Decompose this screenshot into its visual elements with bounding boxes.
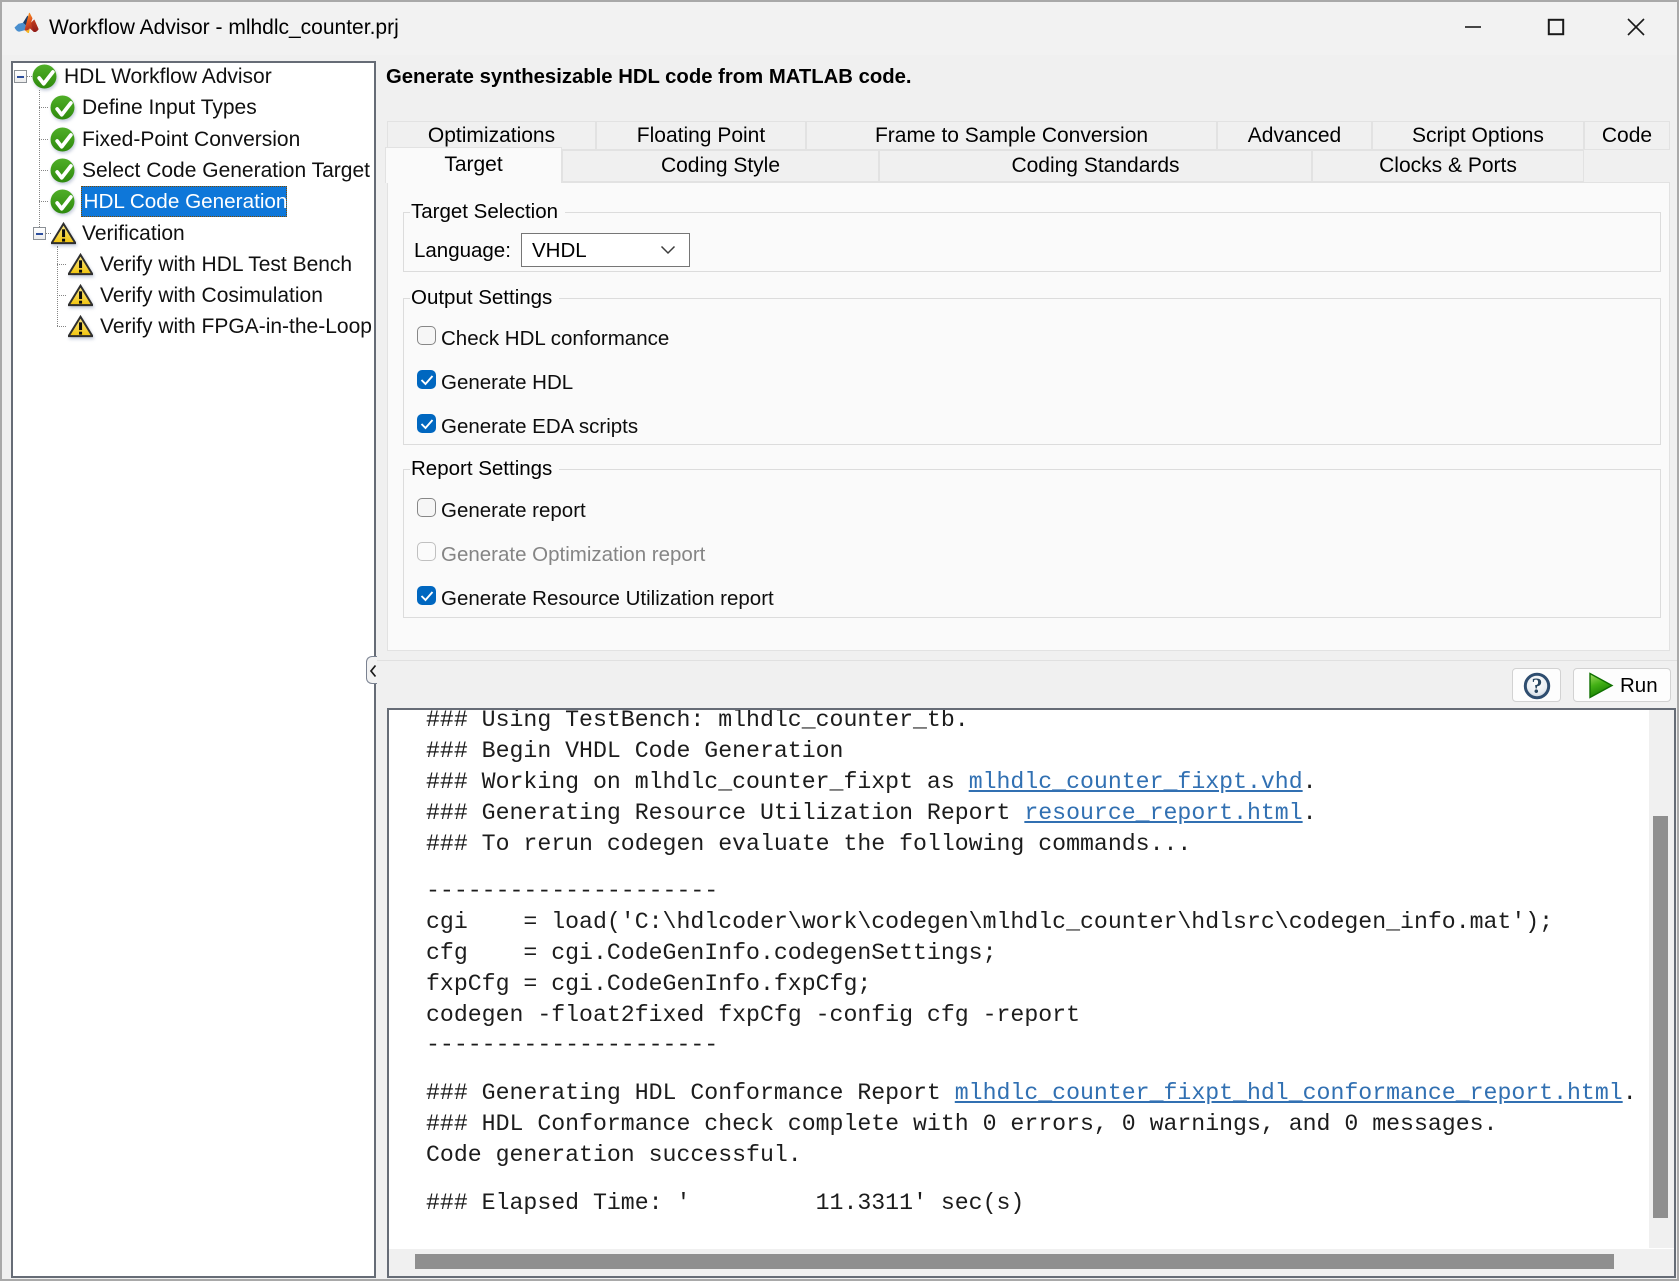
svg-text:?: ? bbox=[1532, 673, 1543, 698]
